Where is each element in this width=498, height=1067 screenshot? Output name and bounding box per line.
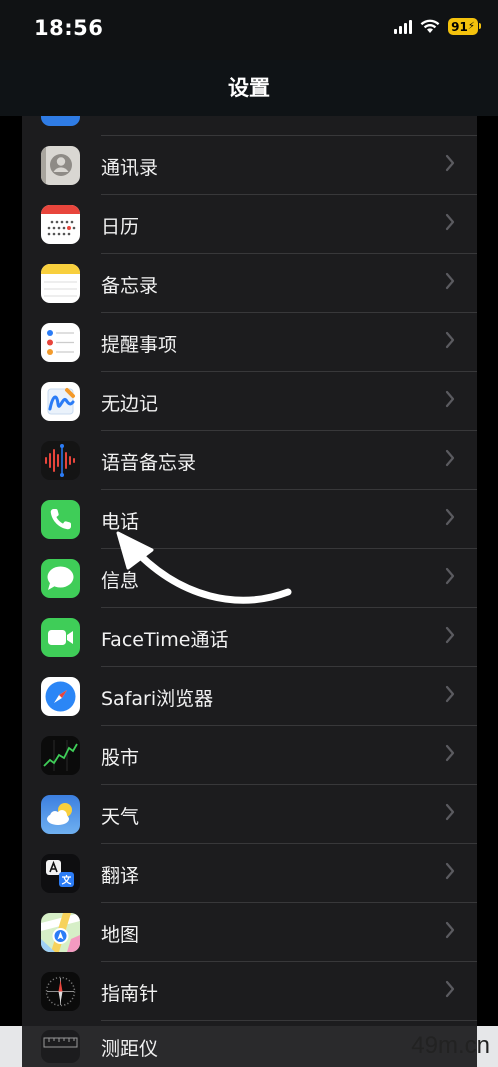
chevron-right-icon xyxy=(445,390,455,408)
row-label: 测距仪 xyxy=(101,1038,159,1060)
partial-app-icon xyxy=(41,116,80,126)
contacts-icon xyxy=(41,146,80,185)
row-label: 无边记 xyxy=(101,393,159,415)
phone-icon xyxy=(41,500,80,539)
settings-row-contacts[interactable]: 通讯录 xyxy=(22,136,477,194)
settings-row-weather[interactable]: 天气 xyxy=(22,785,477,843)
chevron-right-icon xyxy=(445,685,455,703)
stocks-icon xyxy=(41,736,80,775)
settings-row-voice-memos[interactable]: 语音备忘录 xyxy=(22,431,477,489)
settings-row-messages[interactable]: 信息 xyxy=(22,549,477,607)
battery-icon: 91 ⚡ xyxy=(448,18,481,35)
chevron-right-icon xyxy=(445,567,455,585)
chevron-right-icon xyxy=(445,508,455,526)
chevron-right-icon xyxy=(445,626,455,644)
weather-icon xyxy=(41,795,80,834)
row-label: 地图 xyxy=(101,924,140,946)
settings-row-translate[interactable]: 翻译 xyxy=(22,844,477,902)
reminders-icon xyxy=(41,323,80,362)
status-icons: 91 ⚡ xyxy=(394,18,481,35)
cellular-signal-icon xyxy=(394,19,412,34)
compass-icon xyxy=(41,972,80,1011)
voice-memos-icon xyxy=(41,441,80,480)
row-label: 日历 xyxy=(101,216,140,238)
chevron-right-icon xyxy=(445,154,455,172)
row-label: 通讯录 xyxy=(101,157,159,179)
row-label: 股市 xyxy=(101,747,140,769)
settings-row-notes[interactable]: 备忘录 xyxy=(22,254,477,312)
translate-icon xyxy=(41,854,80,893)
row-label: 电话 xyxy=(101,511,140,533)
calendar-icon xyxy=(41,205,80,244)
row-label: 提醒事项 xyxy=(101,334,178,356)
chevron-right-icon xyxy=(445,744,455,762)
row-label: 指南针 xyxy=(101,983,159,1005)
row-label: 翻译 xyxy=(101,865,140,887)
settings-row-phone[interactable]: 电话 xyxy=(22,490,477,548)
measure-icon xyxy=(41,1030,80,1063)
settings-list: 通讯录 日历 备忘录 提醒事项 无边记 语音备忘录 电话 信息 FaceTime… xyxy=(22,116,477,1067)
maps-icon xyxy=(41,913,80,952)
settings-row-measure[interactable]: 测距仪 xyxy=(22,1026,477,1067)
row-label: 语音备忘录 xyxy=(101,452,197,474)
row-divider xyxy=(101,1020,477,1021)
bottom-watermark-bar: 测距仪 49m.cn xyxy=(0,1026,498,1067)
wifi-icon xyxy=(420,19,440,33)
freeform-icon xyxy=(41,382,80,421)
settings-row-freeform[interactable]: 无边记 xyxy=(22,372,477,430)
chevron-right-icon xyxy=(445,272,455,290)
chevron-right-icon xyxy=(445,449,455,467)
status-time: 18:56 xyxy=(34,16,104,40)
settings-row-compass[interactable]: 指南针 xyxy=(22,962,477,1020)
settings-row-calendar[interactable]: 日历 xyxy=(22,195,477,253)
chevron-right-icon xyxy=(445,213,455,231)
messages-icon xyxy=(41,559,80,598)
settings-row-stocks[interactable]: 股市 xyxy=(22,726,477,784)
chevron-right-icon xyxy=(445,331,455,349)
row-label: FaceTime通话 xyxy=(101,629,229,651)
status-bar: 18:56 91 ⚡ xyxy=(0,0,498,60)
settings-row-safari[interactable]: Safari浏览器 xyxy=(22,667,477,725)
chevron-right-icon xyxy=(445,980,455,998)
chevron-right-icon xyxy=(445,862,455,880)
chevron-right-icon xyxy=(445,803,455,821)
watermark-text: 49m.cn xyxy=(411,1032,490,1059)
settings-row-facetime[interactable]: FaceTime通话 xyxy=(22,608,477,666)
battery-level: 91 xyxy=(451,19,468,34)
page-title: 设置 xyxy=(228,76,270,100)
notes-icon xyxy=(41,264,80,303)
row-label: 备忘录 xyxy=(101,275,159,297)
safari-icon xyxy=(41,677,80,716)
settings-row-reminders[interactable]: 提醒事项 xyxy=(22,313,477,371)
chevron-right-icon xyxy=(445,921,455,939)
row-label: 天气 xyxy=(101,806,140,828)
settings-screen: 18:56 91 ⚡ 设置 通讯录 日历 备忘录 提醒事项 无边记 语音备忘录 … xyxy=(0,0,498,1067)
settings-row-maps[interactable]: 地图 xyxy=(22,903,477,961)
navigation-bar: 设置 xyxy=(0,60,498,116)
row-label: 信息 xyxy=(101,570,140,592)
row-label: Safari浏览器 xyxy=(101,688,214,710)
facetime-icon xyxy=(41,618,80,657)
